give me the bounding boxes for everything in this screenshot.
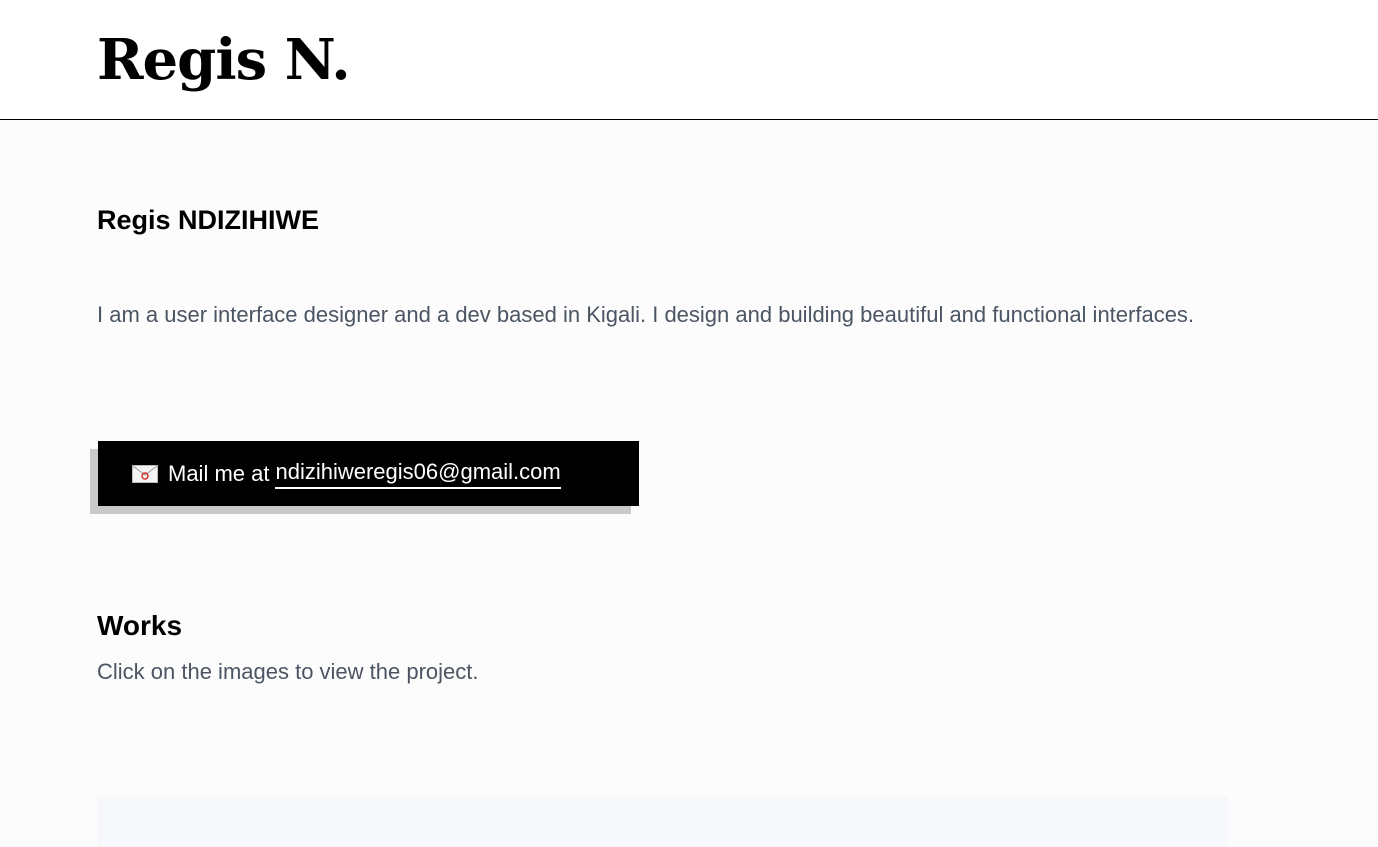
email-link[interactable]: ndizihiweregis06@gmail.com xyxy=(275,459,561,489)
envelope-icon xyxy=(132,464,158,483)
mail-button[interactable]: Mail me at ndizihiweregis06@gmail.com xyxy=(98,441,639,506)
works-gallery[interactable] xyxy=(97,797,1228,847)
works-subtitle: Click on the images to view the project. xyxy=(97,659,479,684)
site-header: Regis N. xyxy=(0,0,1378,120)
site-logo[interactable]: Regis N. xyxy=(97,26,351,94)
mail-prefix-label: Mail me at xyxy=(168,460,270,486)
intro-name: Regis NDIZIHIWE xyxy=(97,205,320,235)
works-heading: Works xyxy=(97,610,183,641)
intro-bio: I am a user interface designer and a dev… xyxy=(97,302,1195,327)
